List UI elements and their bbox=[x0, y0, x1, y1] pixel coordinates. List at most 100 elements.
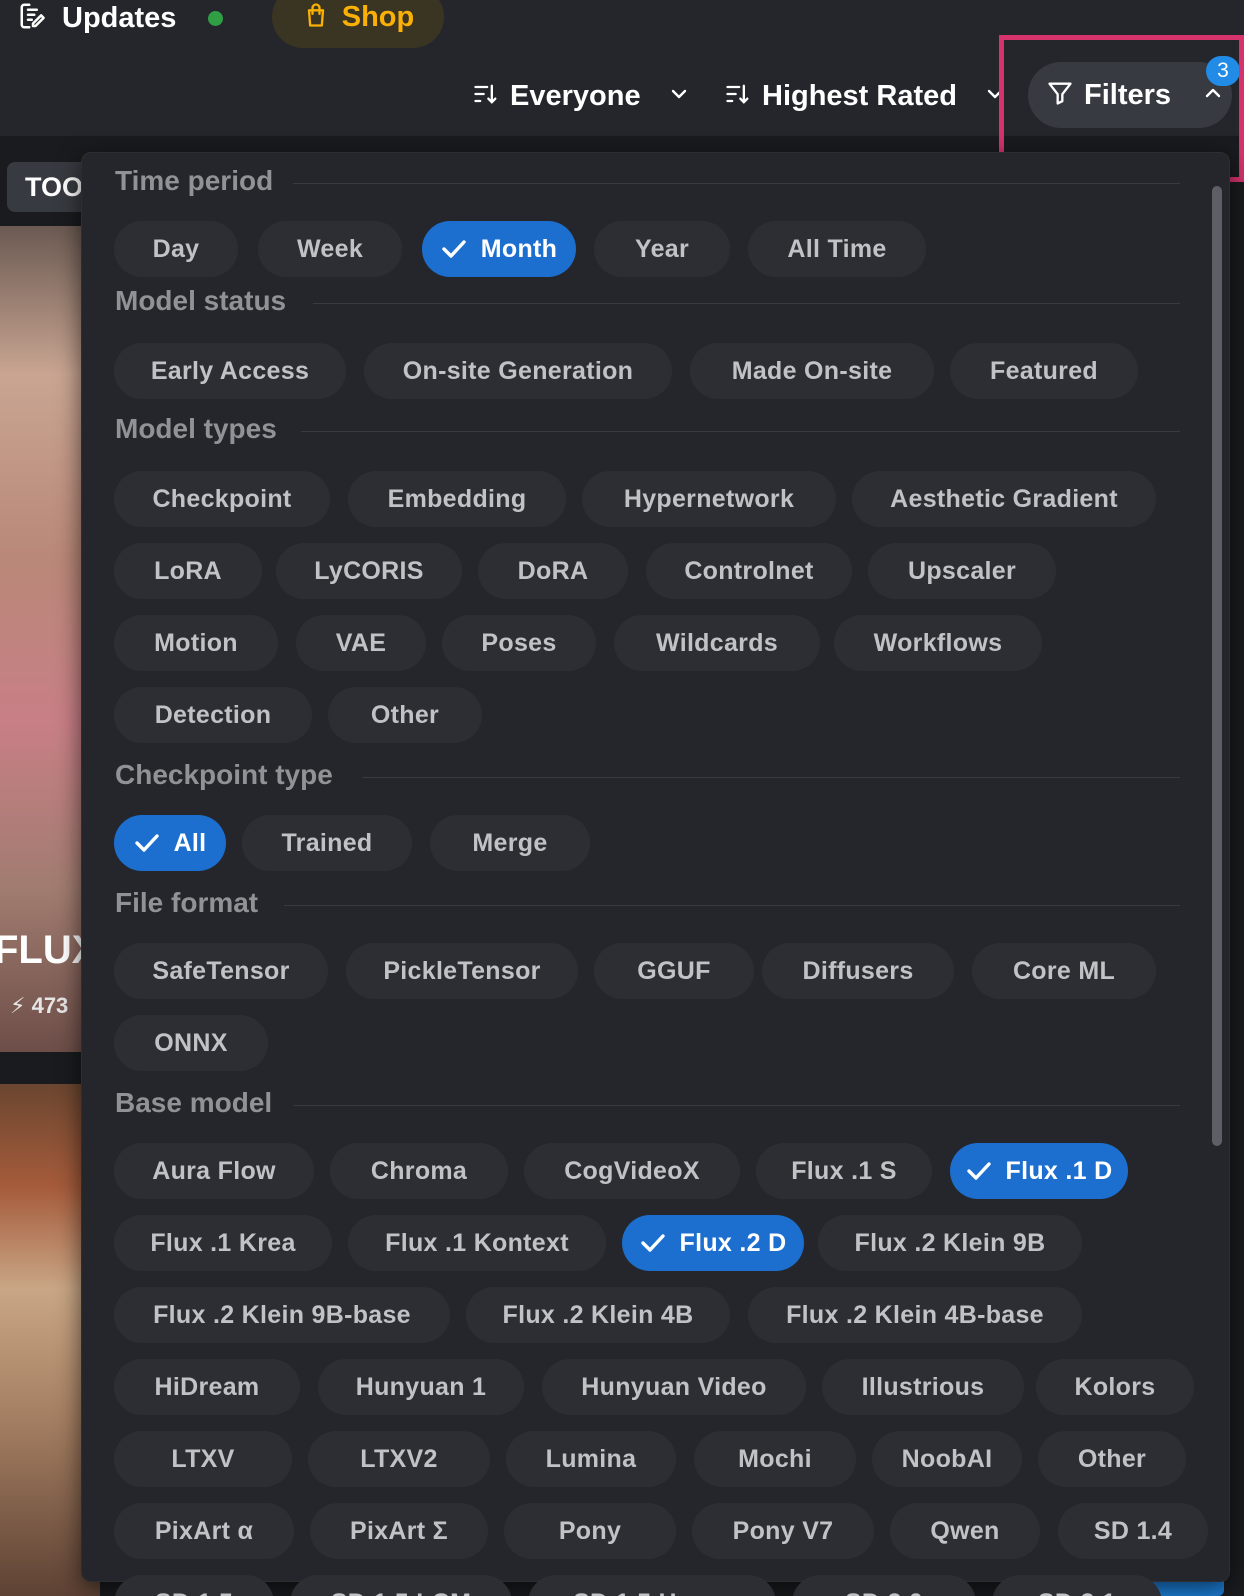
model-types-chip[interactable]: Other bbox=[328, 687, 482, 743]
base-model-chip[interactable]: Pony V7 bbox=[692, 1503, 874, 1559]
chip-label: Flux .2 Klein 4B-base bbox=[786, 1300, 1044, 1329]
model-types-chip[interactable]: Controlnet bbox=[646, 543, 852, 599]
chip-label: HiDream bbox=[154, 1372, 260, 1401]
chip-label: SD 1.5 bbox=[155, 1589, 233, 1596]
time-period-chip[interactable]: Week bbox=[258, 221, 402, 277]
shop-button[interactable]: Shop bbox=[272, 0, 444, 48]
chip-label: Made On-site bbox=[731, 356, 893, 385]
base-model-chip[interactable]: Chroma bbox=[330, 1143, 508, 1199]
model-types-chip[interactable]: DoRA bbox=[478, 543, 628, 599]
checkpoint-type-chip[interactable]: All bbox=[114, 815, 226, 871]
file-format-chip[interactable]: SafeTensor bbox=[114, 943, 328, 999]
base-model-chip[interactable]: Illustrious bbox=[822, 1359, 1024, 1415]
model-types-chip[interactable]: LyCORIS bbox=[276, 543, 462, 599]
time-period-chip[interactable]: All Time bbox=[748, 221, 926, 277]
base-model-chip[interactable]: Flux .1 D bbox=[950, 1143, 1128, 1199]
chip-label: Week bbox=[296, 234, 364, 263]
updates-link[interactable]: Updates bbox=[18, 0, 224, 36]
file-format-chip[interactable]: ONNX bbox=[114, 1015, 268, 1071]
file-format-title: File format bbox=[115, 887, 259, 918]
base-model-chip[interactable]: PixArt α bbox=[114, 1503, 294, 1559]
base-model-chip[interactable]: SD 1.4 bbox=[1058, 1503, 1208, 1559]
section-divider bbox=[313, 303, 1180, 304]
base-model-chip[interactable]: Mochi bbox=[694, 1431, 856, 1487]
chip-label: NoobAI bbox=[901, 1444, 993, 1473]
base-model-chip[interactable]: Flux .2 Klein 9B-base bbox=[114, 1287, 450, 1343]
time-period-chip[interactable]: Month bbox=[422, 221, 576, 277]
base-model-chip[interactable]: LTXV bbox=[114, 1431, 292, 1487]
base-model-chip[interactable]: SD 2.1 bbox=[992, 1575, 1162, 1596]
base-model-chip[interactable]: NoobAI bbox=[872, 1431, 1022, 1487]
file-format-chip[interactable]: PickleTensor bbox=[346, 943, 578, 999]
chip-label: Chroma bbox=[370, 1156, 468, 1185]
model-types-chip[interactable]: Upscaler bbox=[868, 543, 1056, 599]
checkpoint-type-chip[interactable]: Trained bbox=[242, 815, 412, 871]
model-types-chip[interactable]: Hypernetwork bbox=[582, 471, 836, 527]
scrollbar-thumb[interactable] bbox=[1212, 186, 1222, 1146]
sort-icon bbox=[472, 80, 500, 113]
model-status-chip[interactable]: Featured bbox=[950, 343, 1138, 399]
file-format-chip[interactable]: Core ML bbox=[972, 943, 1156, 999]
base-model-chip[interactable]: Flux .2 Klein 4B bbox=[466, 1287, 730, 1343]
base-model-chip[interactable]: Hunyuan Video bbox=[542, 1359, 806, 1415]
model-types-chip[interactable]: Motion bbox=[114, 615, 278, 671]
base-model-chip[interactable]: PixArt Σ bbox=[310, 1503, 488, 1559]
file-format-chip[interactable]: Diffusers bbox=[762, 943, 954, 999]
model-types-chip[interactable]: Poses bbox=[442, 615, 596, 671]
base-model-chip[interactable]: HiDream bbox=[114, 1359, 300, 1415]
base-model-chip[interactable]: Flux .1 S bbox=[756, 1143, 932, 1199]
file-format-chip[interactable]: GGUF bbox=[594, 943, 754, 999]
base-model-chip[interactable]: Aura Flow bbox=[114, 1143, 314, 1199]
base-model-chip[interactable]: Flux .2 Klein 9B bbox=[818, 1215, 1082, 1271]
base-model-chip[interactable]: SD 1.5 bbox=[114, 1575, 274, 1596]
chip-label: All Time bbox=[787, 234, 887, 263]
model-types-chip[interactable]: Workflows bbox=[834, 615, 1042, 671]
model-types-chip[interactable]: Checkpoint bbox=[114, 471, 330, 527]
time-period-chip[interactable]: Day bbox=[114, 221, 238, 277]
model-status-title: Model status bbox=[115, 285, 287, 316]
sort-label: Highest Rated bbox=[762, 79, 957, 112]
model-status-chip[interactable]: Made On-site bbox=[690, 343, 934, 399]
base-model-chip[interactable]: Lumina bbox=[506, 1431, 676, 1487]
chip-label: Early Access bbox=[150, 356, 310, 385]
checkpoint-type-chip[interactable]: Merge bbox=[430, 815, 590, 871]
model-status-chip[interactable]: Early Access bbox=[114, 343, 346, 399]
check-icon bbox=[441, 239, 481, 259]
time-period-chip[interactable]: Year bbox=[594, 221, 730, 277]
base-model-chip[interactable]: Hunyuan 1 bbox=[318, 1359, 524, 1415]
chip-label: Other bbox=[370, 700, 440, 729]
model-types-chip[interactable]: VAE bbox=[296, 615, 426, 671]
chip-label: Flux .1 Krea bbox=[150, 1228, 296, 1257]
model-types-chip[interactable]: Embedding bbox=[348, 471, 566, 527]
chip-label: Poses bbox=[481, 628, 557, 657]
base-model-chip[interactable]: SD 1.5 Hyper bbox=[528, 1575, 776, 1596]
chip-label: PixArt α bbox=[154, 1516, 254, 1545]
model-status-chip[interactable]: On-site Generation bbox=[364, 343, 672, 399]
shop-label: Shop bbox=[341, 0, 415, 33]
base-model-chip[interactable]: Other bbox=[1038, 1431, 1186, 1487]
base-model-chip[interactable]: LTXV2 bbox=[308, 1431, 490, 1487]
base-model-chip[interactable]: Kolors bbox=[1036, 1359, 1194, 1415]
model-types-chip[interactable]: Wildcards bbox=[614, 615, 820, 671]
chip-label: Motion bbox=[154, 628, 238, 657]
chip-label: Pony bbox=[558, 1516, 622, 1545]
model-types-chip[interactable]: Detection bbox=[114, 687, 312, 743]
sort-select[interactable]: Highest Rated bbox=[724, 66, 1007, 126]
base-model-chip[interactable]: Pony bbox=[504, 1503, 676, 1559]
chip-label: SD 1.5 LCM bbox=[331, 1589, 472, 1596]
base-model-chip[interactable]: CogVideoX bbox=[524, 1143, 740, 1199]
chip-label: Qwen bbox=[930, 1516, 1000, 1545]
base-model-chip[interactable]: Flux .1 Krea bbox=[114, 1215, 332, 1271]
base-model-chip[interactable]: SD 1.5 LCM bbox=[290, 1575, 512, 1596]
check-icon bbox=[134, 833, 174, 853]
base-model-chip[interactable]: Qwen bbox=[890, 1503, 1040, 1559]
base-model-chip[interactable]: Flux .2 D bbox=[622, 1215, 804, 1271]
model-types-chip[interactable]: Aesthetic Gradient bbox=[852, 471, 1156, 527]
base-model-chip[interactable]: SD 2.0 bbox=[792, 1575, 976, 1596]
chip-label: Hypernetwork bbox=[623, 484, 795, 513]
base-model-chip[interactable]: Flux .2 Klein 4B-base bbox=[748, 1287, 1082, 1343]
base-model-chip[interactable]: Flux .1 Kontext bbox=[348, 1215, 606, 1271]
chip-label: On-site Generation bbox=[402, 356, 634, 385]
model-types-chip[interactable]: LoRA bbox=[114, 543, 262, 599]
audience-select[interactable]: Everyone bbox=[472, 66, 691, 126]
